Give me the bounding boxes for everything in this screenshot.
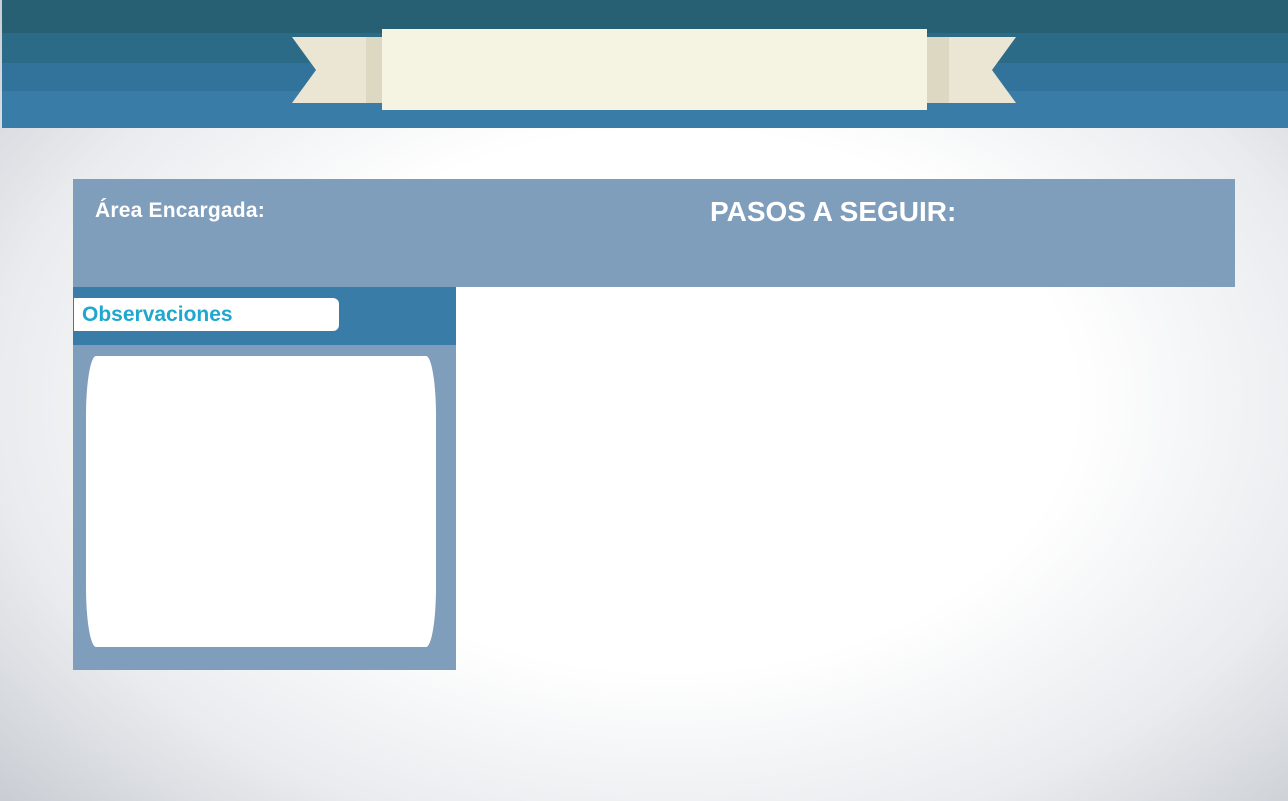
observations-textarea[interactable] (86, 356, 436, 647)
observations-label: Observaciones (82, 303, 233, 326)
title-ribbon-banner (0, 0, 1288, 128)
observations-panel: Observaciones (73, 287, 456, 670)
ribbon-left-fold (366, 37, 382, 103)
observations-header: Observaciones (73, 287, 456, 345)
area-label: Área Encargada: (95, 199, 265, 222)
steps-title: PASOS A SEGUIR: (710, 196, 957, 227)
ribbon-text (382, 29, 927, 110)
ribbon-right-fold (926, 37, 949, 103)
observations-tab: Observaciones (74, 298, 339, 331)
info-bar: Área Encargada: PASOS A SEGUIR: (73, 179, 1235, 287)
